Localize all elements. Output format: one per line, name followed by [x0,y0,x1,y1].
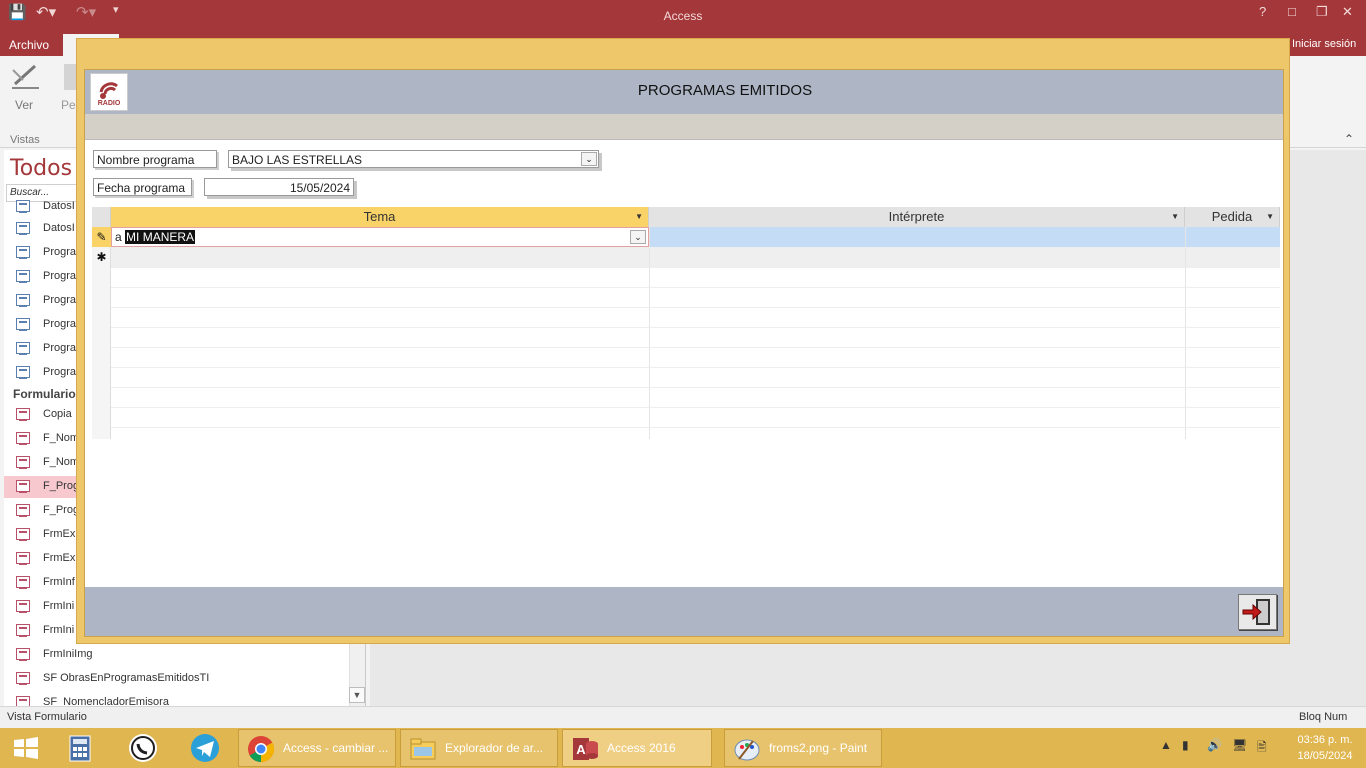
query-icon [16,342,30,355]
windows-start-icon[interactable] [4,732,48,764]
nav-form-item[interactable]: SF_NomencladorEmisora [4,692,349,706]
battery-icon[interactable]: ▮ [1182,738,1189,752]
app-title: Access [663,9,703,23]
access-icon: A [573,738,598,760]
calculator-icon[interactable] [58,732,102,764]
query-icon [16,294,30,307]
query-icon [16,318,30,331]
view-icon[interactable] [9,62,43,92]
form-header: RADIO PROGRAMAS EMITIDOS [85,70,1283,114]
query-icon [16,366,30,379]
query-icon [16,270,30,283]
form-icon [16,408,30,421]
close-icon[interactable]: ✕ [1342,4,1353,20]
view-button-label[interactable]: Ver [15,98,33,112]
new-record-row[interactable] [111,247,1280,267]
program-date-label: Fecha programa [93,178,192,196]
form-icon [16,456,30,469]
svg-text:RADIO: RADIO [98,100,121,107]
programs-subform-grid: Tema ▼ Intérprete ▼ Pedida ▼ a MI MANERA… [92,207,1280,439]
form-icon [16,504,30,517]
form-body: RADIO PROGRAMAS EMITIDOS Nombre programa… [84,69,1284,637]
nav-pane-title[interactable]: Todos l [10,156,85,181]
form-window: RADIO PROGRAMAS EMITIDOS Nombre programa… [76,38,1290,644]
column-filter-icon[interactable]: ▼ [1266,207,1274,226]
svg-text:A: A [576,742,586,757]
form-icon [16,624,30,637]
nav-form-item[interactable]: SF ObrasEnProgramasEmitidosTI [4,668,349,690]
nav-form-item[interactable]: FrmIniImg [4,644,349,666]
autocomplete-selection: MI MANERA [125,230,196,244]
paint-icon [734,739,760,761]
chevron-down-icon[interactable]: ⌄ [581,152,597,166]
program-date-field[interactable]: 15/05/2024 [204,178,354,196]
ribbon-display-icon[interactable]: □ [1288,4,1296,19]
system-clock[interactable]: 03:36 p. m. 18/05/2024 [1290,732,1360,764]
program-name-value: BAJO LAS ESTRELLAS [232,153,363,167]
help-icon[interactable]: ? [1259,4,1266,19]
show-hidden-icons-icon[interactable]: ▲ [1160,738,1172,752]
form-icon [16,600,30,613]
query-icon [16,222,30,235]
column-header-interprete[interactable]: Intérprete ▼ [649,207,1185,227]
new-record-icon: ✱ [96,250,107,264]
network-icon[interactable]: 🖥 [1232,738,1247,752]
taskbar-item-paint[interactable]: froms2.png - Paint [724,729,882,767]
form-footer [85,587,1283,636]
volume-icon[interactable]: 🔊 [1207,738,1222,752]
status-view-mode: Vista Formulario [7,711,87,723]
exit-door-icon [1242,599,1270,625]
taskbar-item-explorer[interactable]: Explorador de ar... [400,729,558,767]
form-icon [16,528,30,541]
status-num-lock: Bloq Num [1299,711,1348,723]
column-filter-icon[interactable]: ▼ [1171,207,1179,226]
notification-icon[interactable]: 🖹 [1257,738,1267,759]
typed-text: a [115,230,122,244]
chevron-down-icon[interactable]: ⌄ [630,230,646,244]
column-header-tema[interactable]: Tema ▼ [111,207,649,227]
form-icon [16,480,30,493]
form-icon [16,576,30,589]
sign-in-link[interactable]: Iniciar sesión [1292,38,1356,50]
form-icon [16,648,30,661]
collapse-ribbon-icon[interactable]: ⌃ [1344,132,1354,146]
exit-button[interactable] [1238,594,1277,630]
program-name-combo[interactable]: BAJO LAS ESTRELLAS ⌄ [228,150,599,168]
query-icon [16,246,30,259]
pencil-edit-icon: ✎ [92,227,111,247]
column-filter-icon[interactable]: ▼ [635,207,643,226]
taskbar-item-chrome[interactable]: Access - cambiar ... [238,729,396,767]
form-icon [16,672,30,685]
status-bar: Vista Formulario Bloq Num [0,706,1366,728]
tema-combo-cell[interactable]: a MI MANERA ⌄ [111,227,649,247]
form-header-strip [85,114,1283,140]
title-bar: 💾 ↶▾ ↷▾ ▾ Access ? □ ❐ ✕ [0,0,1366,34]
form-icon [16,432,30,445]
query-icon [16,200,30,213]
telegram-icon[interactable] [183,732,227,764]
whatsapp-icon[interactable] [121,732,165,764]
group-label-vistas: Vistas [10,134,40,146]
restore-icon[interactable]: ❐ [1316,4,1328,20]
form-icon [16,552,30,565]
windows-taskbar: Access - cambiar ... Explorador de ar...… [0,728,1366,768]
chrome-icon [248,736,275,763]
nav-group-forms[interactable]: Formularios [13,387,82,401]
form-title: PROGRAMAS EMITIDOS [637,82,813,99]
column-header-pedida[interactable]: Pedida ▼ [1185,207,1280,227]
taskbar-item-access[interactable]: A Access 2016 [562,729,712,767]
tab-archivo[interactable]: Archivo [9,38,49,52]
select-all-corner[interactable] [92,207,111,227]
folder-icon [410,738,436,760]
scroll-down-icon[interactable]: ▼ [349,687,365,703]
form-icon [16,696,30,706]
program-name-label: Nombre programa [93,150,217,168]
